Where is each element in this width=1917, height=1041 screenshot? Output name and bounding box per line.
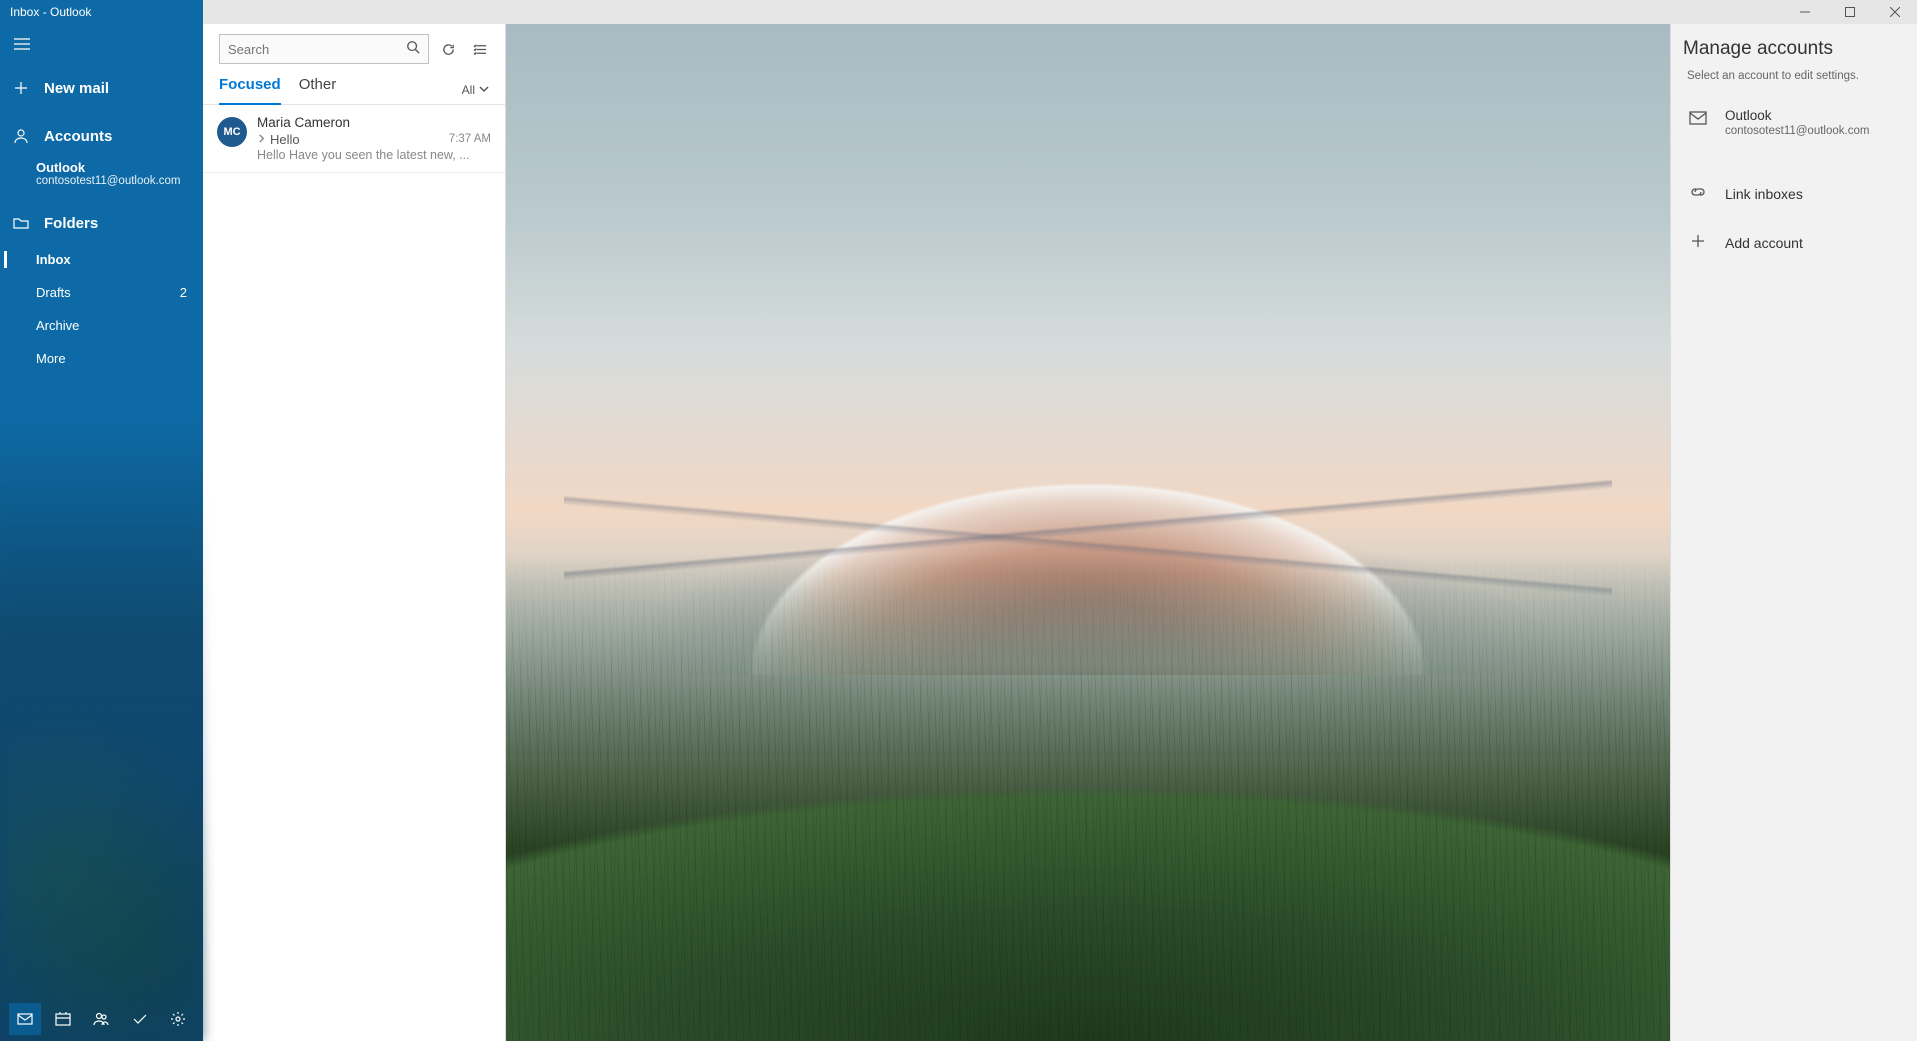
settings-nav-button[interactable] bbox=[162, 1003, 194, 1035]
mail-item[interactable]: MC Maria Cameron Hello 7:37 AM Hello Hav… bbox=[203, 105, 505, 173]
accounts-label: Accounts bbox=[44, 128, 112, 145]
account-email: contosotest11@outlook.com bbox=[36, 175, 203, 187]
manage-accounts-panel: Manage accounts Select an account to edi… bbox=[1670, 24, 1917, 1041]
panel-account-name: Outlook bbox=[1725, 108, 1869, 123]
account-name: Outlook bbox=[36, 160, 203, 175]
folder-drafts[interactable]: Drafts 2 bbox=[0, 276, 203, 309]
window-controls bbox=[1782, 0, 1917, 24]
sync-button[interactable] bbox=[435, 36, 461, 62]
panel-subtitle: Select an account to edit settings. bbox=[1671, 70, 1917, 98]
person-icon bbox=[12, 128, 30, 144]
link-inboxes-button[interactable]: Link inboxes bbox=[1671, 169, 1917, 218]
filter-dropdown[interactable]: All bbox=[462, 83, 489, 97]
title-bar: Inbox - Outlook bbox=[0, 0, 1917, 24]
panel-account-item[interactable]: Outlook contosotest11@outlook.com bbox=[1671, 98, 1917, 151]
sidebar: New mail Accounts Outlook contosotest11@… bbox=[0, 24, 203, 1041]
mail-nav-button[interactable] bbox=[9, 1003, 41, 1035]
mail-preview: Hello Have you seen the latest new, ... bbox=[257, 148, 491, 162]
people-nav-button[interactable] bbox=[85, 1003, 117, 1035]
add-account-button[interactable]: Add account bbox=[1671, 218, 1917, 267]
reading-pane bbox=[506, 24, 1670, 1041]
plus-icon bbox=[1689, 232, 1707, 253]
folder-inbox[interactable]: Inbox bbox=[0, 243, 203, 276]
close-button[interactable] bbox=[1872, 0, 1917, 24]
search-input[interactable] bbox=[228, 42, 406, 57]
folders-header[interactable]: Folders bbox=[0, 203, 203, 243]
link-inboxes-label: Link inboxes bbox=[1725, 186, 1803, 202]
folder-icon bbox=[12, 215, 30, 231]
search-box[interactable] bbox=[219, 34, 429, 64]
folder-label: Archive bbox=[36, 318, 79, 333]
link-icon bbox=[1689, 183, 1707, 204]
accounts-header[interactable]: Accounts bbox=[0, 116, 203, 156]
sidebar-account-item[interactable]: Outlook contosotest11@outlook.com bbox=[0, 156, 203, 195]
chevron-right-icon bbox=[257, 130, 266, 148]
avatar: MC bbox=[217, 117, 247, 147]
tab-focused[interactable]: Focused bbox=[219, 76, 281, 105]
folder-count: 2 bbox=[180, 285, 187, 300]
inbox-tabs: Focused Other bbox=[219, 76, 336, 104]
add-account-label: Add account bbox=[1725, 235, 1803, 251]
search-icon bbox=[406, 40, 420, 59]
mail-time: 7:37 AM bbox=[449, 133, 491, 145]
new-mail-label: New mail bbox=[44, 80, 109, 97]
mail-from: Maria Cameron bbox=[257, 115, 491, 130]
folder-more[interactable]: More bbox=[0, 342, 203, 375]
bottom-nav bbox=[0, 997, 203, 1041]
folder-archive[interactable]: Archive bbox=[0, 309, 203, 342]
mail-subject: Hello bbox=[270, 132, 300, 147]
new-mail-button[interactable]: New mail bbox=[0, 66, 203, 110]
minimize-button[interactable] bbox=[1782, 0, 1827, 24]
filter-label: All bbox=[462, 83, 475, 97]
folder-label: Drafts bbox=[36, 285, 71, 300]
folder-label: More bbox=[36, 351, 66, 366]
calendar-nav-button[interactable] bbox=[47, 1003, 79, 1035]
chevron-down-icon bbox=[479, 83, 489, 97]
mail-list-column: Focused Other All MC Maria Cameron Hello… bbox=[203, 24, 506, 1041]
select-mode-button[interactable] bbox=[467, 36, 493, 62]
panel-title: Manage accounts bbox=[1671, 24, 1917, 70]
tab-other[interactable]: Other bbox=[299, 76, 337, 104]
plus-icon bbox=[12, 80, 30, 96]
window-title: Inbox - Outlook bbox=[0, 5, 91, 19]
folder-label: Inbox bbox=[36, 252, 71, 267]
maximize-button[interactable] bbox=[1827, 0, 1872, 24]
todo-nav-button[interactable] bbox=[124, 1003, 156, 1035]
folders-label: Folders bbox=[44, 215, 98, 232]
panel-account-email: contosotest11@outlook.com bbox=[1725, 125, 1869, 137]
hamburger-button[interactable] bbox=[0, 24, 203, 64]
mail-icon bbox=[1689, 110, 1709, 131]
